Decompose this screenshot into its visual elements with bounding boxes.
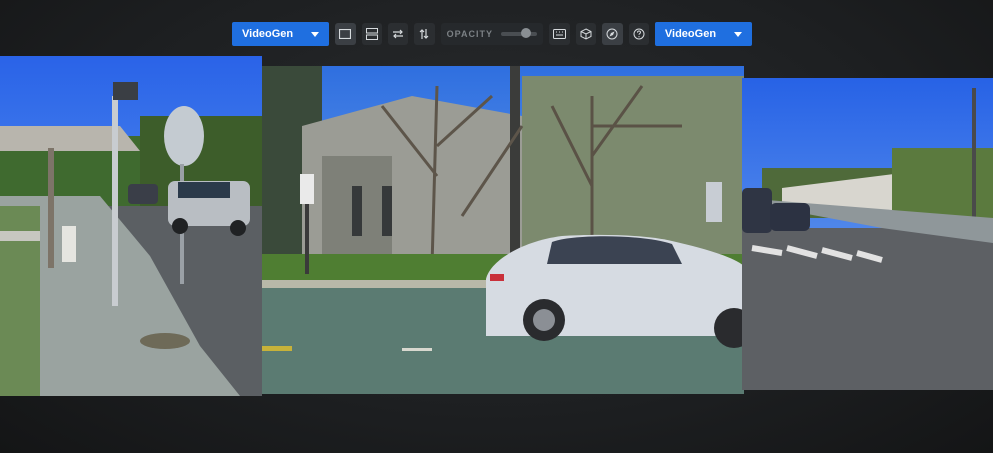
help-button[interactable] <box>628 23 649 45</box>
right-camera-view <box>742 78 993 390</box>
chevron-down-icon <box>734 31 743 37</box>
swap-button[interactable] <box>387 23 409 45</box>
3d-view-button[interactable] <box>575 23 597 45</box>
compass-button[interactable] <box>602 23 623 45</box>
keyboard-button[interactable] <box>549 23 570 45</box>
opacity-slider[interactable] <box>501 28 538 38</box>
flip-vertical-icon <box>420 29 429 39</box>
opacity-label: OPACITY <box>446 29 493 39</box>
left-source-label: VideoGen <box>242 28 294 40</box>
stack-view-button[interactable] <box>361 23 382 45</box>
cube-icon <box>580 28 592 40</box>
toolbar: VideoGen OPACITY VideoGen <box>232 12 753 56</box>
viewer-screen: VideoGen OPACITY VideoGen <box>0 0 993 453</box>
front-camera-image <box>262 66 744 394</box>
swap-icon <box>393 29 404 39</box>
right-source-label: VideoGen <box>664 28 717 40</box>
left-camera-image <box>0 56 262 396</box>
single-view-icon <box>339 29 352 39</box>
single-view-button[interactable] <box>335 23 356 45</box>
front-camera-view <box>262 66 744 394</box>
keyboard-icon <box>553 29 567 39</box>
opacity-slider-knob[interactable] <box>521 28 532 38</box>
right-source-dropdown[interactable]: VideoGen <box>654 22 753 46</box>
opacity-control[interactable]: OPACITY <box>440 23 544 45</box>
chevron-down-icon <box>311 31 320 37</box>
left-source-dropdown[interactable]: VideoGen <box>232 22 330 46</box>
left-camera-view <box>0 56 262 396</box>
stack-view-icon <box>365 28 378 40</box>
right-camera-image <box>742 78 993 390</box>
help-icon <box>633 28 645 40</box>
flip-vertical-button[interactable] <box>414 23 435 45</box>
compass-icon <box>606 28 618 40</box>
